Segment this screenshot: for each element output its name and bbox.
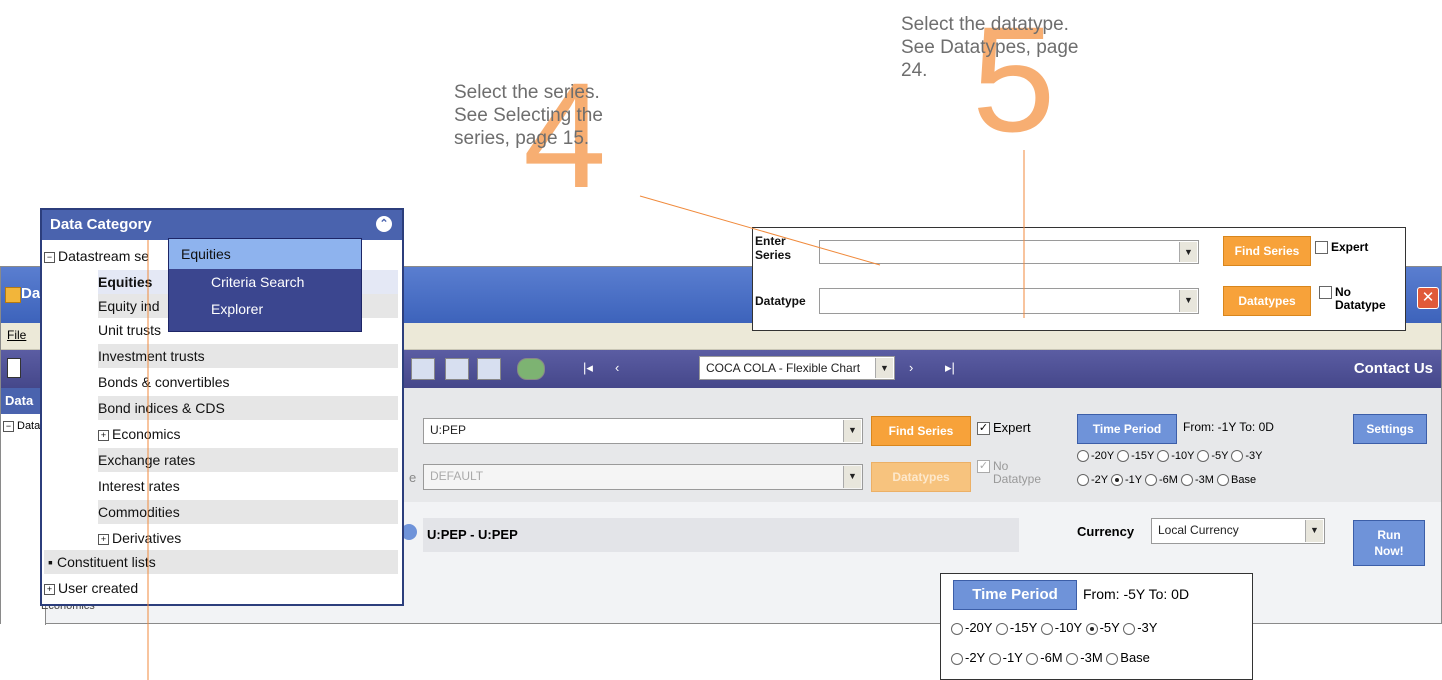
leader-line-step4: [639, 195, 881, 266]
leader-lines: [147, 150, 1025, 680]
